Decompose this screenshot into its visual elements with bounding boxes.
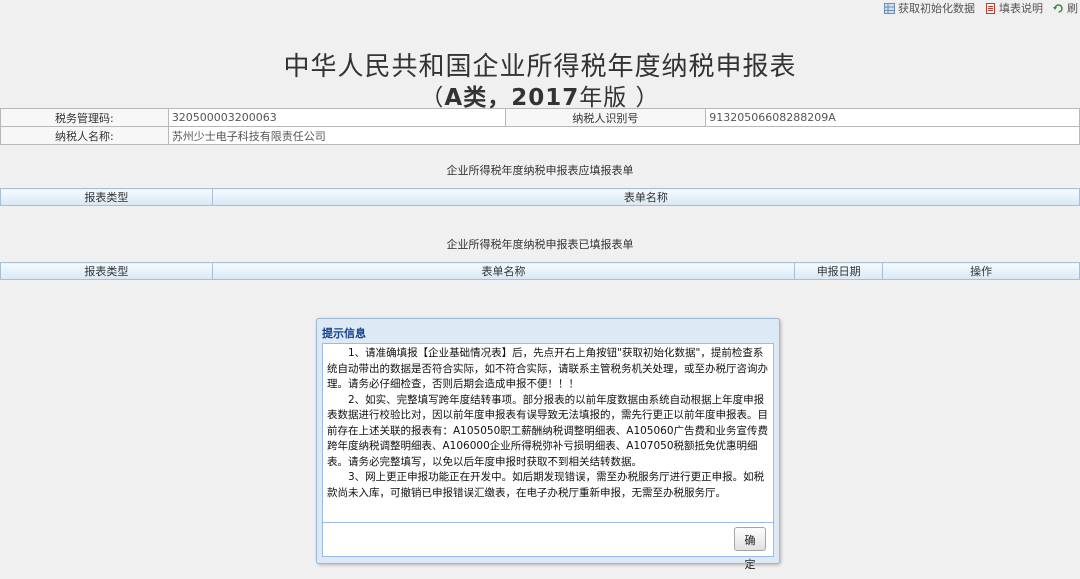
dialog-footer: 确定: [322, 523, 774, 571]
pending-forms-header: 报表类型 表单名称: [0, 188, 1080, 206]
instructions-label: 填表说明: [999, 2, 1043, 15]
refresh-button[interactable]: 刷: [1053, 0, 1078, 16]
notice-paragraph-1: 1、请准确填报【企业基础情况表】后，先点开右上角按钮"获取初始化数据"，提前检查…: [327, 347, 768, 390]
toolbar: 获取初始化数据 填表说明 刷: [884, 0, 1080, 16]
col-form-name[interactable]: 表单名称: [211, 188, 1080, 206]
grid-icon: [884, 2, 895, 14]
col-form-name[interactable]: 表单名称: [211, 262, 796, 280]
tax-code-value: 320500003200063: [167, 108, 506, 127]
notice-paragraph-2: 2、如实、完整填写跨年度结转事项。部分报表的以前年度数据由系统自动根据上年度申报…: [327, 393, 769, 468]
tax-id-label: 纳税人识别号: [504, 108, 707, 127]
filed-forms-header: 报表类型 表单名称 申报日期 操作: [0, 262, 1080, 280]
instructions-button[interactable]: 填表说明: [985, 0, 1043, 16]
notice-dialog: 提示信息 1、请准确填报【企业基础情况表】后，先点开右上角按钮"获取初始化数据"…: [316, 318, 780, 571]
dialog-message: 1、请准确填报【企业基础情况表】后，先点开右上角按钮"获取初始化数据"，提前检查…: [322, 343, 774, 523]
tax-id-value: 91320506608288209A: [705, 108, 1080, 127]
filed-forms-caption: 企业所得税年度纳税申报表已填报表单: [446, 238, 634, 251]
refresh-icon: [1053, 3, 1063, 13]
dialog-title: 提示信息: [322, 327, 366, 340]
pending-forms-table: 报表类型 表单名称: [0, 188, 1080, 206]
init-data-label: 获取初始化数据: [898, 2, 975, 15]
taxpayer-name-value: 苏州少士电子科技有限责任公司: [167, 126, 1080, 145]
notice-paragraph-3: 3、网上更正申报功能正在开发中。如后期发现错误，需至办税服务厅进行更正申报。如税…: [327, 471, 765, 499]
taxpayer-info-row: 纳税人名称: 苏州少士电子科技有限责任公司: [0, 126, 1080, 145]
pending-forms-caption: 企业所得税年度纳税申报表应填报表单: [446, 164, 634, 177]
col-report-type[interactable]: 报表类型: [0, 262, 213, 280]
col-action[interactable]: 操作: [882, 262, 1080, 280]
taxpayer-info-table: 税务管理码: 320500003200063 纳税人识别号 9132050660…: [0, 108, 1080, 145]
col-filing-date[interactable]: 申报日期: [794, 262, 884, 280]
ok-button[interactable]: 确定: [734, 527, 766, 571]
page-subtitle: （A类，2017年版 ）: [0, 78, 1080, 112]
taxpayer-info-row: 税务管理码: 320500003200063 纳税人识别号 9132050660…: [0, 108, 1080, 127]
refresh-label: 刷: [1067, 2, 1078, 15]
taxpayer-name-label: 纳税人名称:: [0, 126, 169, 145]
document-icon: [986, 2, 995, 14]
filed-forms-table: 报表类型 表单名称 申报日期 操作: [0, 262, 1080, 280]
col-report-type[interactable]: 报表类型: [0, 188, 213, 206]
init-data-button[interactable]: 获取初始化数据: [884, 0, 975, 16]
tax-code-label: 税务管理码:: [0, 108, 169, 127]
